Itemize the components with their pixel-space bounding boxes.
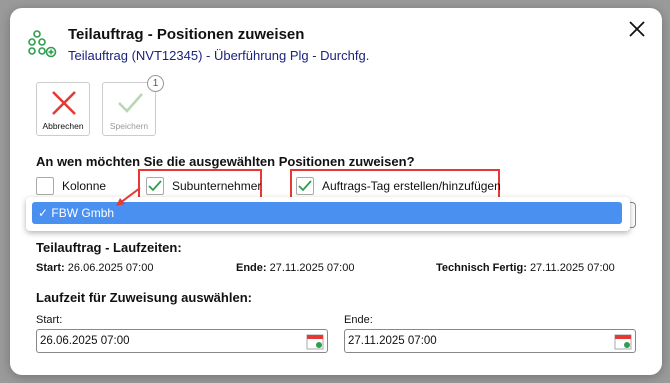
runtime-end-value: 27.11.2025 07:00 xyxy=(269,262,355,274)
runtime-start-label: Start: xyxy=(36,262,65,274)
checkmark-icon xyxy=(118,93,143,113)
end-date-label: Ende: xyxy=(344,314,373,326)
runtime-start: Start: 26.06.2025 07:00 xyxy=(36,262,153,274)
runtime-tech-value: 27.11.2025 07:00 xyxy=(529,262,615,274)
end-date-input[interactable]: 27.11.2025 07:00 xyxy=(344,329,636,353)
calendar-icon[interactable] xyxy=(306,333,324,350)
save-count-badge: 1 xyxy=(147,75,164,92)
runtime-end-label: Ende: xyxy=(236,262,267,274)
subunternehmer-label: Subunternehmer xyxy=(172,179,262,193)
option-subunternehmer[interactable]: Subunternehmer xyxy=(146,176,261,196)
kolonne-checkbox[interactable] xyxy=(36,177,54,195)
runtime-end: Ende: 27.11.2025 07:00 xyxy=(236,262,354,274)
pointer-arrow-icon xyxy=(116,187,141,206)
cancel-label: Abbrechen xyxy=(42,121,84,131)
auftrags-tag-checkbox[interactable] xyxy=(296,177,314,195)
auftrags-tag-label: Auftrags-Tag erstellen/hinzufügen xyxy=(322,179,501,193)
start-date-label: Start: xyxy=(36,314,63,326)
cancel-x-icon xyxy=(52,91,76,115)
checkmark-icon xyxy=(148,180,162,192)
start-date-value: 26.06.2025 07:00 xyxy=(40,335,130,347)
dialog-subtitle: Teilauftrag (NVT12345) - Überführung Plg… xyxy=(68,48,370,63)
option-auftrags-tag[interactable]: Auftrags-Tag erstellen/hinzufügen xyxy=(296,176,501,196)
subunternehmer-checkbox[interactable] xyxy=(146,177,164,195)
runtimes-title: Teilauftrag - Laufzeiten: xyxy=(36,240,182,255)
close-icon[interactable] xyxy=(626,18,648,40)
cancel-button[interactable]: Abbrechen xyxy=(36,82,90,136)
hierarchy-add-icon xyxy=(28,30,57,58)
runtime-technical-done: Technisch Fertig: 27.11.2025 07:00 xyxy=(436,262,615,274)
runtime-start-value: 26.06.2025 07:00 xyxy=(67,262,154,274)
save-label: Speichern xyxy=(109,121,149,131)
calendar-icon[interactable] xyxy=(614,333,632,350)
checkmark-icon xyxy=(298,180,312,192)
runtime-tech-label: Technisch Fertig: xyxy=(436,262,527,274)
assignment-period-title: Laufzeit für Zuweisung auswählen: xyxy=(36,290,252,305)
start-date-input[interactable]: 26.06.2025 07:00 xyxy=(36,329,328,353)
end-date-value: 27.11.2025 07:00 xyxy=(348,335,437,347)
assign-question: An wen möchten Sie die ausgewählten Posi… xyxy=(36,154,415,169)
assign-positions-dialog: Teilauftrag - Positionen zuweisen Teilau… xyxy=(10,8,662,375)
dialog-title: Teilauftrag - Positionen zuweisen xyxy=(68,26,305,43)
save-button[interactable]: Speichern xyxy=(102,82,156,136)
kolonne-label: Kolonne xyxy=(62,179,107,193)
option-kolonne[interactable]: Kolonne xyxy=(36,176,106,196)
